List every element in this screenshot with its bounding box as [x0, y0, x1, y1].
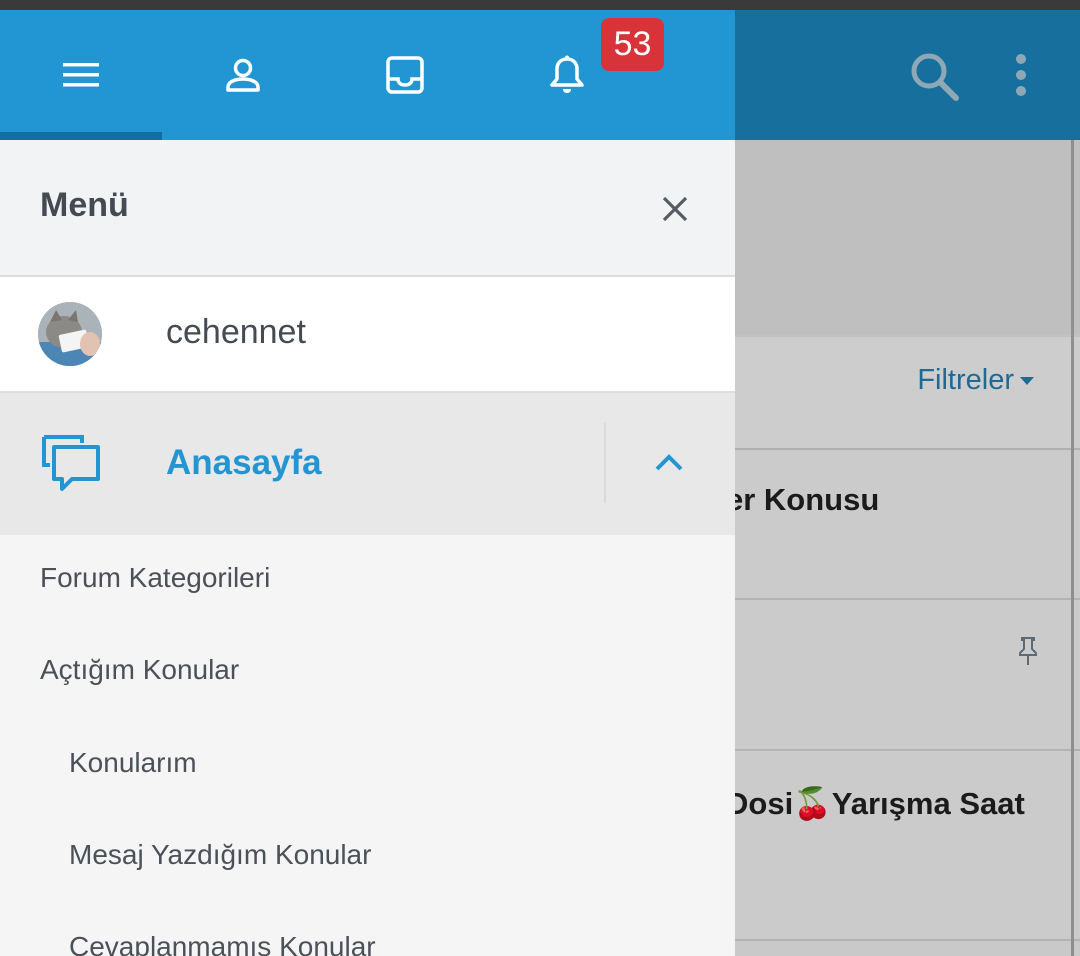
caret-down-icon — [1020, 377, 1034, 386]
nav-item-home[interactable]: Anasayfa — [0, 393, 735, 535]
nav-subitem-unanswered-threads[interactable]: Cevaplanmamış Konular — [69, 931, 376, 956]
thread-title: er Konusu — [726, 482, 880, 517]
nav-item-label: Anasayfa — [166, 443, 322, 482]
nav-subitem-forum-categories[interactable]: Forum Kategorileri — [40, 562, 270, 594]
user-icon — [226, 58, 260, 92]
status-bar — [0, 0, 1080, 10]
avatar[interactable] — [38, 302, 102, 366]
menu-title: Menü — [40, 186, 129, 224]
username: cehennet — [166, 313, 306, 351]
chat-bubbles-icon — [40, 433, 102, 495]
inbox-icon — [386, 56, 424, 94]
menu-icon — [63, 63, 99, 87]
tab-menu[interactable] — [0, 10, 162, 140]
user-profile-row[interactable]: cehennet — [0, 277, 735, 393]
thread-title: Dosi🍒Yarışma Saat — [726, 786, 1025, 821]
more-options-icon[interactable] — [1006, 50, 1036, 100]
search-icon[interactable] — [906, 48, 962, 104]
scrollbar[interactable] — [1071, 140, 1074, 956]
notification-badge: 53 — [601, 18, 664, 71]
divider — [604, 423, 606, 503]
menu-header: Menü — [0, 140, 735, 277]
nav-subitem-my-threads[interactable]: Konularım — [69, 747, 197, 779]
pin-icon — [1016, 636, 1040, 666]
active-tab-indicator — [0, 132, 162, 140]
tab-inbox[interactable] — [324, 10, 486, 140]
navigation-drawer: 53 Menü cehennet Anasayfa Forum Kategori… — [0, 10, 735, 956]
nav-subitem-posted-threads[interactable]: Mesaj Yazdığım Konular — [69, 839, 371, 871]
tab-account[interactable] — [162, 10, 324, 140]
collapse-toggle[interactable] — [646, 439, 692, 485]
filter-button[interactable]: Filtreler — [917, 364, 1034, 397]
chevron-up-icon — [655, 454, 683, 471]
bell-icon — [550, 55, 584, 93]
filter-label: Filtreler — [917, 364, 1014, 396]
close-icon — [662, 196, 688, 222]
close-button[interactable] — [652, 186, 698, 232]
drawer-tab-bar: 53 — [0, 10, 735, 140]
nav-subitem-my-opened-threads[interactable]: Açtığım Konular — [40, 654, 239, 686]
